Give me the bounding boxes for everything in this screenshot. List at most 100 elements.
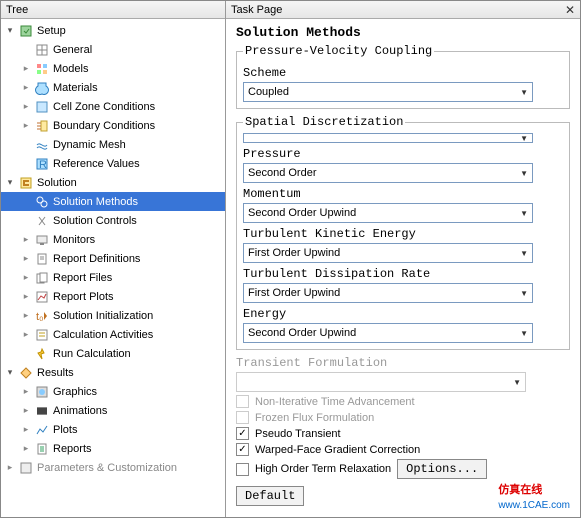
chevron-right-icon[interactable] bbox=[21, 329, 31, 340]
tree-label: Setup bbox=[37, 25, 66, 37]
checkbox-label: Pseudo Transient bbox=[255, 428, 341, 440]
pvc-group: Pressure-Velocity Coupling Scheme Couple… bbox=[236, 44, 570, 109]
tree-general[interactable]: General bbox=[1, 40, 225, 59]
tree-solution-methods[interactable]: Solution Methods bbox=[1, 192, 225, 211]
cellzone-icon bbox=[34, 99, 50, 115]
tree-solution-controls[interactable]: Solution Controls bbox=[1, 211, 225, 230]
tree-reportfiles[interactable]: Report Files bbox=[1, 268, 225, 287]
plots-icon bbox=[34, 422, 50, 438]
scheme-select[interactable]: Coupled▼ bbox=[243, 82, 533, 102]
tree-boundary[interactable]: Boundary Conditions bbox=[1, 116, 225, 135]
chevron-right-icon[interactable] bbox=[21, 253, 31, 264]
warped-row[interactable]: ✓Warped-Face Gradient Correction bbox=[236, 443, 570, 456]
tree-label: Solution Initialization bbox=[53, 310, 153, 322]
nita-row: Non-Iterative Time Advancement bbox=[236, 395, 570, 408]
tree-models[interactable]: Models bbox=[1, 59, 225, 78]
gradient-select[interactable]: ▼ bbox=[243, 133, 533, 143]
chevron-right-icon[interactable] bbox=[21, 291, 31, 302]
controls-icon bbox=[34, 213, 50, 229]
momentum-select[interactable]: Second Order Upwind▼ bbox=[243, 203, 533, 223]
chevron-down-icon: ▼ bbox=[520, 88, 528, 97]
general-icon bbox=[34, 42, 50, 58]
chevron-down-icon[interactable] bbox=[5, 25, 15, 36]
run-icon bbox=[34, 346, 50, 362]
chevron-right-icon[interactable] bbox=[21, 443, 31, 454]
tree-runcalc[interactable]: Run Calculation bbox=[1, 344, 225, 363]
animations-icon bbox=[34, 403, 50, 419]
pseudo-checkbox[interactable]: ✓ bbox=[236, 427, 249, 440]
tree-monitors[interactable]: Monitors bbox=[1, 230, 225, 249]
watermark-brand: 仿真在线 bbox=[498, 484, 542, 496]
page-title: Solution Methods bbox=[236, 25, 570, 40]
materials-icon bbox=[34, 80, 50, 96]
tree-params[interactable]: Parameters & Customization bbox=[1, 458, 225, 477]
task-header-label: Task Page bbox=[231, 4, 282, 16]
tree-materials[interactable]: Materials bbox=[1, 78, 225, 97]
chevron-right-icon[interactable] bbox=[21, 405, 31, 416]
close-icon[interactable]: ✕ bbox=[565, 3, 575, 17]
tree-solinit[interactable]: t₀Solution Initialization bbox=[1, 306, 225, 325]
graphics-icon bbox=[34, 384, 50, 400]
models-icon bbox=[34, 61, 50, 77]
chevron-down-icon[interactable] bbox=[5, 367, 15, 378]
results-icon bbox=[18, 365, 34, 381]
options-button[interactable]: Options... bbox=[397, 459, 487, 479]
select-value: Second Order bbox=[248, 167, 316, 179]
chevron-right-icon[interactable] bbox=[21, 424, 31, 435]
tree-body[interactable]: Setup General Models Materials Cell Zone… bbox=[1, 19, 225, 517]
pseudo-row[interactable]: ✓ Pseudo Transient bbox=[236, 427, 570, 440]
tke-select[interactable]: First Order Upwind ▼ bbox=[243, 243, 533, 263]
chevron-right-icon[interactable] bbox=[21, 310, 31, 321]
nita-checkbox bbox=[236, 395, 249, 408]
sd-legend: Spatial Discretization bbox=[243, 115, 405, 129]
reports-icon bbox=[34, 441, 50, 457]
default-button[interactable]: Default bbox=[236, 486, 304, 506]
chevron-down-icon[interactable] bbox=[5, 177, 15, 188]
chevron-right-icon[interactable] bbox=[21, 272, 31, 283]
tree-reports[interactable]: Reports bbox=[1, 439, 225, 458]
high-row[interactable]: High Order Term RelaxationOptions... bbox=[236, 459, 570, 479]
boundary-icon bbox=[34, 118, 50, 134]
energy-select[interactable]: Second Order Upwind▼ bbox=[243, 323, 533, 343]
chevron-down-icon: ▼ bbox=[513, 378, 521, 387]
select-value: Second Order Upwind bbox=[248, 207, 356, 219]
chevron-right-icon[interactable] bbox=[21, 386, 31, 397]
tree-solution[interactable]: Solution bbox=[1, 173, 225, 192]
chevron-down-icon: ▼ bbox=[520, 134, 528, 143]
tree-animations[interactable]: Animations bbox=[1, 401, 225, 420]
chevron-right-icon[interactable] bbox=[21, 101, 31, 112]
high-checkbox[interactable] bbox=[236, 463, 249, 476]
select-value: First Order Upwind bbox=[248, 247, 340, 259]
warped-checkbox[interactable]: ✓ bbox=[236, 443, 249, 456]
tree-plots[interactable]: Plots bbox=[1, 420, 225, 439]
tree-graphics[interactable]: Graphics bbox=[1, 382, 225, 401]
tf-label: Transient Formulation bbox=[236, 356, 570, 370]
pvc-legend: Pressure-Velocity Coupling bbox=[243, 44, 434, 58]
tree-calcact[interactable]: Calculation Activities bbox=[1, 325, 225, 344]
chevron-right-icon[interactable] bbox=[5, 462, 15, 473]
chevron-down-icon: ▼ bbox=[520, 249, 528, 258]
tree-reportplots[interactable]: Report Plots bbox=[1, 287, 225, 306]
tree-panel: Tree Setup General Models Materials Cell… bbox=[1, 1, 226, 517]
tree-dynmesh[interactable]: Dynamic Mesh bbox=[1, 135, 225, 154]
tree-label: Solution Methods bbox=[53, 196, 138, 208]
sd-group: Spatial Discretization ▼ Pressure Second… bbox=[236, 115, 570, 350]
chevron-right-icon[interactable] bbox=[21, 234, 31, 245]
tree-header: Tree bbox=[1, 1, 225, 19]
task-body: Solution Methods Pressure-Velocity Coupl… bbox=[226, 19, 580, 517]
pressure-select[interactable]: Second Order▼ bbox=[243, 163, 533, 183]
tree-cellzone[interactable]: Cell Zone Conditions bbox=[1, 97, 225, 116]
mesh-icon bbox=[34, 137, 50, 153]
reportplots-icon bbox=[34, 289, 50, 305]
chevron-right-icon[interactable] bbox=[21, 82, 31, 93]
tdr-select[interactable]: First Order Upwind▼ bbox=[243, 283, 533, 303]
tree-setup[interactable]: Setup bbox=[1, 21, 225, 40]
tree-refvals[interactable]: RReference Values bbox=[1, 154, 225, 173]
reportdef-icon bbox=[34, 251, 50, 267]
tree-results[interactable]: Results bbox=[1, 363, 225, 382]
tree-label: Materials bbox=[53, 82, 98, 94]
chevron-right-icon[interactable] bbox=[21, 63, 31, 74]
tree-label: Dynamic Mesh bbox=[53, 139, 126, 151]
chevron-right-icon[interactable] bbox=[21, 120, 31, 131]
tree-reportdefs[interactable]: Report Definitions bbox=[1, 249, 225, 268]
